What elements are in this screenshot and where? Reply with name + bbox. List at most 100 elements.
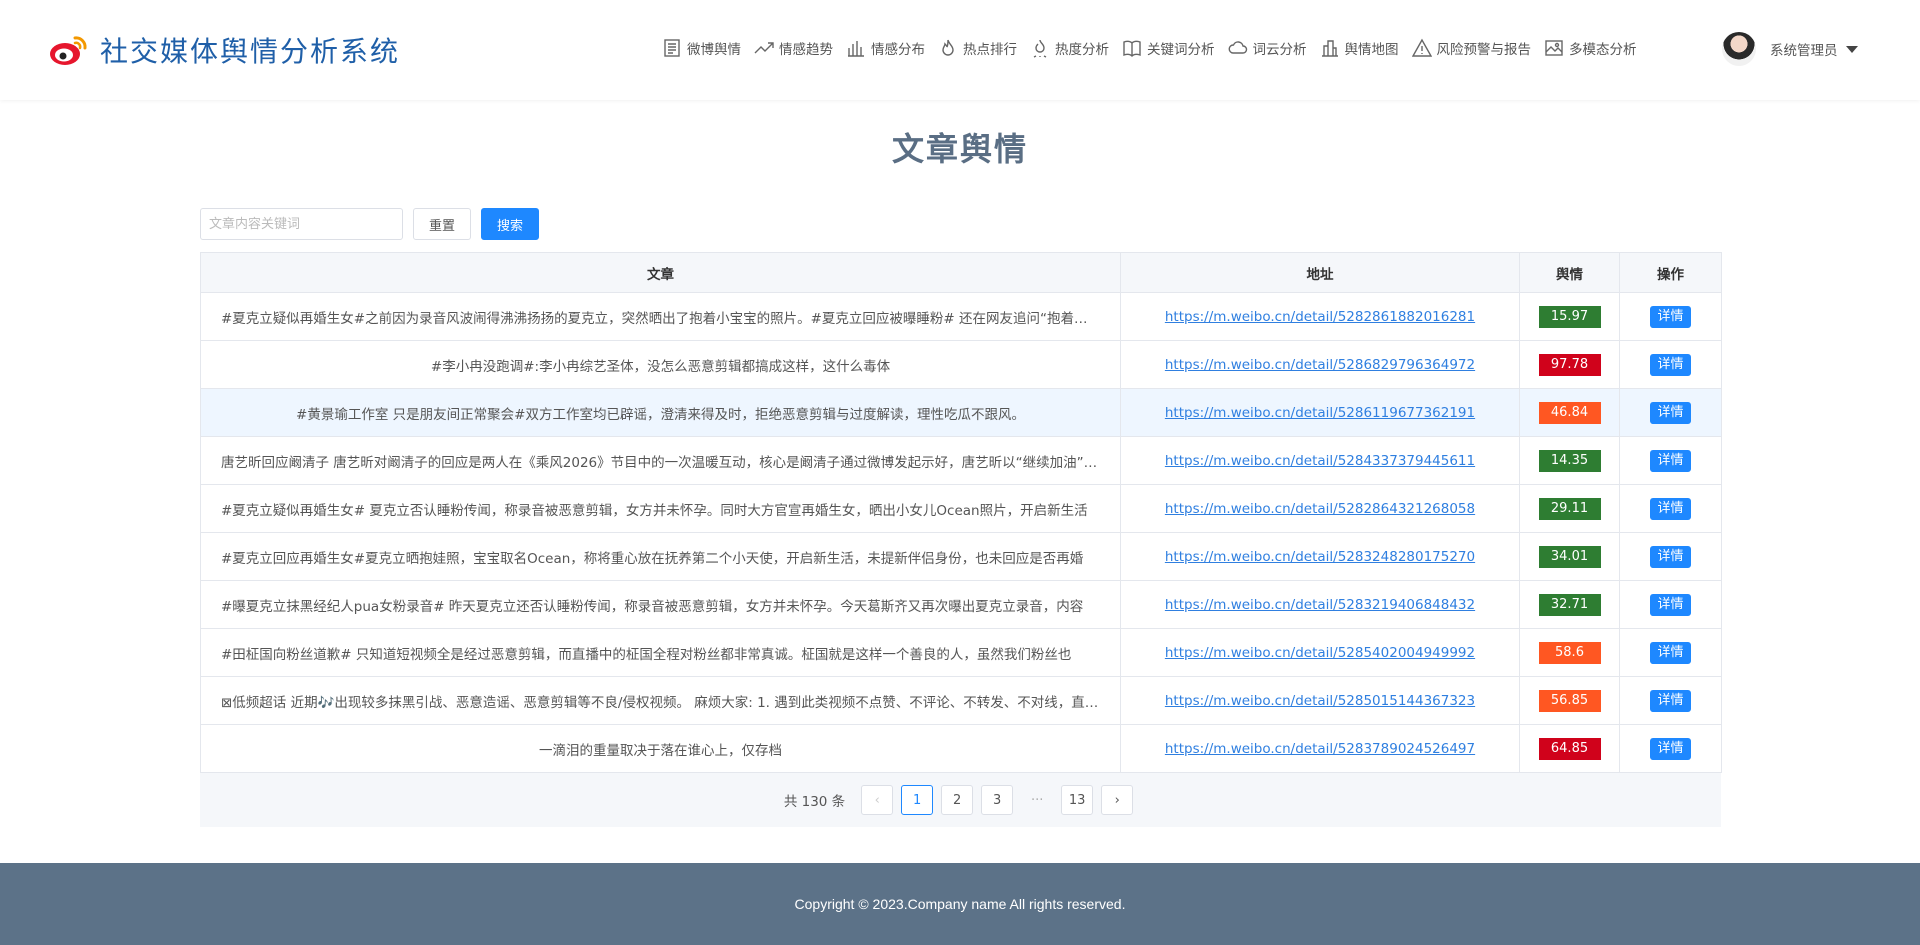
article-link[interactable]: https://m.weibo.cn/detail/52861196773621… [1165,405,1475,421]
detail-button[interactable]: 详情 [1650,593,1691,616]
url-cell: https://m.weibo.cn/detail/52868297963649… [1120,340,1520,389]
top-header: 社交媒体舆情分析系统 微博舆情 情感趋势 情感分布 热点排行 热度分析 关键词分… [0,0,1920,100]
url-cell: https://m.weibo.cn/detail/52843373794456… [1120,436,1520,485]
avatar[interactable] [1722,32,1756,66]
detail-button[interactable]: 详情 [1650,305,1691,328]
search-button[interactable]: 搜索 [481,208,540,240]
sentiment-score-badge: 15.97 [1538,305,1601,328]
column-header-sentiment: 舆情 [1519,252,1620,293]
detail-button[interactable]: 详情 [1650,449,1691,472]
sentiment-cell: 58.6 [1519,628,1620,677]
action-cell: 详情 [1619,292,1722,341]
app-title: 社交媒体舆情分析系统 [100,35,401,68]
url-cell: https://m.weibo.cn/detail/52837890245264… [1120,724,1520,773]
cloud-icon [1228,41,1247,54]
action-cell: 详情 [1619,484,1722,533]
column-header-article: 文章 [200,252,1121,293]
detail-button[interactable]: 详情 [1650,689,1691,712]
detail-button[interactable]: 详情 [1650,641,1691,664]
nav-weibo-sentiment[interactable]: 微博舆情 [662,38,741,58]
keyword-search-input[interactable] [200,208,403,240]
article-text: #黄景瑜工作室 只是朋友间正常聚会#双方工作室均已辟谣，澄清来得及时，拒绝恶意剪… [200,388,1121,437]
nav-heat-analysis[interactable]: 热度分析 [1030,38,1109,58]
article-text: #夏克立疑似再婚生女# 夏克立否认睡粉传闻，称录音被恶意剪辑，女方并未怀孕。同时… [200,484,1121,533]
table-row: #田柾国向粉丝道歉# 只知道短视频全是经过恶意剪辑，而直播中的柾国全程对粉丝都非… [200,628,1722,677]
sentiment-score-badge: 32.71 [1538,593,1601,616]
article-table: 文章 地址 舆情 操作 #夏克立疑似再婚生女#之前因为录音风波闹得沸沸扬扬的夏克… [200,252,1722,773]
more-pages-ellipsis[interactable]: ··· [1021,793,1053,808]
nav-sentiment-map[interactable]: 舆情地图 [1320,38,1399,58]
sentiment-score-badge: 56.85 [1538,689,1601,712]
reset-button[interactable]: 重置 [413,208,472,240]
caret-down-icon[interactable] [1845,45,1858,53]
footer: Copyright © 2023.Company name All rights… [0,863,1920,945]
url-cell: https://m.weibo.cn/detail/52828618820162… [1120,292,1520,341]
article-link[interactable]: https://m.weibo.cn/detail/52854020049499… [1165,645,1475,661]
article-link[interactable]: https://m.weibo.cn/detail/52828618820162… [1165,309,1475,325]
nav-keyword-analysis[interactable]: 关键词分析 [1122,38,1215,58]
nav-label: 情感趋势 [779,42,833,58]
action-cell: 详情 [1619,628,1722,677]
brand[interactable]: 社交媒体舆情分析系统 [48,30,400,70]
nav-word-cloud[interactable]: 词云分析 [1228,38,1307,58]
image-icon [1545,40,1563,56]
total-count: 共 130 条 [783,794,846,810]
sentiment-cell: 64.85 [1519,724,1620,773]
detail-button[interactable]: 详情 [1650,401,1691,424]
column-header-url: 地址 [1120,252,1520,293]
sentiment-score-badge: 29.11 [1538,497,1601,520]
flame-icon [942,39,954,56]
weibo-logo-icon [50,36,87,65]
sentiment-cell: 14.35 [1519,436,1620,485]
page-button-3[interactable]: 3 [981,785,1014,815]
nav-emotion-distribution[interactable]: 情感分布 [846,38,925,58]
nav-label: 舆情地图 [1344,42,1399,58]
article-text: #田柾国向粉丝道歉# 只知道短视频全是经过恶意剪辑，而直播中的柾国全程对粉丝都非… [200,628,1121,677]
user-menu[interactable]: 系统管理员 [1722,32,1858,66]
copyright-text: Copyright © 2023.Company name All rights… [794,896,1126,912]
building-icon [1321,40,1338,57]
detail-button[interactable]: 详情 [1650,737,1691,760]
table-body: #夏克立疑似再婚生女#之前因为录音风波闹得沸沸扬扬的夏克立，突然晒出了抱着小宝宝… [200,292,1722,773]
table-row: #曝夏克立抹黑经纪人pua女粉录音# 昨天夏克立还否认睡粉传闻，称录音被恶意剪辑… [200,580,1722,629]
sentiment-score-badge: 97.78 [1538,353,1601,376]
nav-multimodal-analysis[interactable]: 多模态分析 [1544,38,1637,58]
article-link[interactable]: https://m.weibo.cn/detail/52837890245264… [1165,741,1475,757]
article-link[interactable]: https://m.weibo.cn/detail/52832194068484… [1165,597,1475,613]
next-page-button[interactable]: › [1101,785,1134,815]
table-row: 一滴泪的重量取决于落在谁心上，仅存档 https://m.weibo.cn/det… [200,724,1722,773]
action-cell: 详情 [1619,724,1722,773]
detail-button[interactable]: 详情 [1650,353,1691,376]
url-cell: https://m.weibo.cn/detail/52850151443673… [1120,676,1520,725]
detail-button[interactable]: 详情 [1650,545,1691,568]
nav-label: 微博舆情 [687,42,741,58]
article-link[interactable]: https://m.weibo.cn/detail/52868297963649… [1165,357,1475,373]
action-cell: 详情 [1619,580,1722,629]
page-button-last[interactable]: 13 [1061,785,1094,815]
action-cell: 详情 [1619,388,1722,437]
nav-hot-ranking[interactable]: 热点排行 [938,38,1017,58]
table-row: #夏克立疑似再婚生女# 夏克立否认睡粉传闻，称录音被恶意剪辑，女方并未怀孕。同时… [200,484,1722,533]
nav-emotion-trend[interactable]: 情感趋势 [754,38,833,58]
action-cell: 详情 [1619,532,1722,581]
nav-label: 热度分析 [1055,42,1109,58]
detail-button[interactable]: 详情 [1650,497,1691,520]
url-cell: https://m.weibo.cn/detail/52832482801752… [1120,532,1520,581]
user-name: 系统管理员 [1770,43,1838,59]
article-link[interactable]: https://m.weibo.cn/detail/52828643212680… [1165,501,1475,517]
prev-page-button[interactable]: ‹ [861,785,894,815]
table-row: 唐艺昕回应阚清子 唐艺昕对阚清子的回应是两人在《乘风2026》节目中的一次温暖互… [200,436,1722,485]
article-link[interactable]: https://m.weibo.cn/detail/52850151443673… [1165,693,1475,709]
article-link[interactable]: https://m.weibo.cn/detail/52832482801752… [1165,549,1475,565]
bar-chart-icon [848,41,864,57]
nav-label: 多模态分析 [1569,42,1637,58]
page-button-1[interactable]: 1 [901,785,934,815]
article-text: #夏克立疑似再婚生女#之前因为录音风波闹得沸沸扬扬的夏克立，突然晒出了抱着小宝宝… [200,292,1121,341]
sentiment-score-badge: 14.35 [1538,449,1601,472]
page-button-2[interactable]: 2 [941,785,974,815]
trend-icon [754,42,774,54]
article-link[interactable]: https://m.weibo.cn/detail/52843373794456… [1165,453,1475,469]
sentiment-score-badge: 34.01 [1538,545,1601,568]
page-title: 文章舆情 [891,130,1028,168]
nav-risk-warning[interactable]: 风险预警与报告 [1411,38,1531,58]
